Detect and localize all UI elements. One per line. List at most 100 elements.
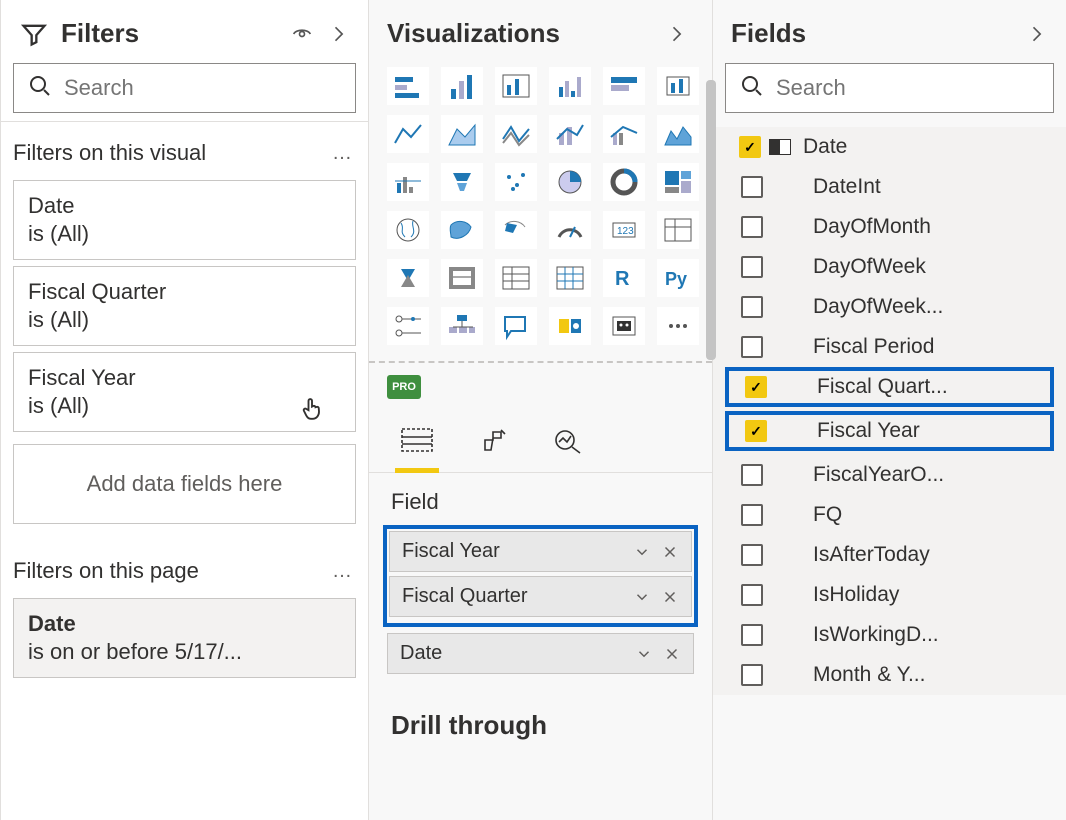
viz-clustered-column-icon[interactable] — [549, 67, 591, 105]
viz-kpi-icon[interactable] — [657, 211, 699, 249]
field-item[interactable]: Fiscal Quart... — [725, 367, 1054, 407]
viz-multi-card-icon[interactable]: 123 — [603, 211, 645, 249]
field-checkbox[interactable] — [741, 544, 763, 566]
viz-area-icon[interactable] — [657, 67, 699, 105]
pro-badge[interactable]: PRO — [387, 375, 421, 399]
viz-r-visual-icon[interactable] — [549, 259, 591, 297]
viz-scatter-icon[interactable] — [441, 163, 483, 201]
viz-card-icon[interactable] — [549, 211, 591, 249]
viz-map-icon[interactable] — [657, 163, 699, 201]
field-checkbox[interactable] — [741, 256, 763, 278]
field-checkbox[interactable] — [741, 504, 763, 526]
viz-treemap-icon[interactable] — [603, 163, 645, 201]
table-checkbox[interactable] — [739, 136, 761, 158]
format-tab[interactable] — [471, 413, 515, 472]
field-checkbox[interactable] — [745, 420, 767, 442]
field-item[interactable]: DayOfWeek... — [721, 287, 1058, 327]
viz-ribbon-icon[interactable] — [495, 115, 537, 153]
viz-table-icon[interactable] — [441, 259, 483, 297]
chevron-down-icon[interactable] — [635, 645, 653, 663]
filter-card[interactable]: Fiscal Yearis (All) — [13, 352, 356, 432]
table-header-row[interactable]: Date — [721, 127, 1058, 167]
filters-search[interactable] — [13, 63, 356, 113]
fields-title: Fields — [731, 18, 1012, 49]
viz-line-icon[interactable] — [603, 67, 645, 105]
fields-tab[interactable] — [395, 413, 439, 472]
collapse-filters-icon[interactable] — [326, 22, 350, 46]
viz-stacked-column-icon[interactable] — [495, 67, 537, 105]
field-checkbox[interactable] — [741, 664, 763, 686]
viz-funnel-icon[interactable] — [387, 163, 429, 201]
viz-gauge-icon[interactable] — [495, 211, 537, 249]
field-well-item[interactable]: Date — [387, 633, 694, 674]
field-item[interactable]: FQ — [721, 495, 1058, 535]
filters-visual-more-icon[interactable]: … — [332, 142, 356, 165]
field-well-item[interactable]: Fiscal Year — [389, 531, 692, 572]
viz-decomposition-icon[interactable] — [387, 307, 429, 345]
viz-line-column-icon[interactable] — [549, 115, 591, 153]
field-well-item[interactable]: Fiscal Quarter — [389, 576, 692, 617]
visibility-icon[interactable] — [290, 22, 314, 46]
viz-python-visual-icon[interactable]: R — [603, 259, 645, 297]
field-checkbox[interactable] — [741, 464, 763, 486]
field-checkbox[interactable] — [741, 336, 763, 358]
field-item[interactable]: DayOfMonth — [721, 207, 1058, 247]
field-item[interactable]: Fiscal Period — [721, 327, 1058, 367]
field-item[interactable]: DayOfWeek — [721, 247, 1058, 287]
fields-search-wrap — [713, 63, 1066, 127]
field-well-label: Field — [369, 483, 712, 525]
viz-line-area-icon[interactable] — [387, 115, 429, 153]
remove-icon[interactable] — [663, 645, 681, 663]
remove-icon[interactable] — [661, 543, 679, 561]
filter-summary: is on or before 5/17/... — [28, 639, 341, 665]
viz-filled-map-icon[interactable] — [387, 211, 429, 249]
filter-card[interactable]: Dateis (All) — [13, 180, 356, 260]
field-item[interactable]: IsHoliday — [721, 575, 1058, 615]
fields-search-input[interactable] — [776, 75, 1064, 101]
filter-card[interactable]: Dateis on or before 5/17/... — [13, 598, 356, 678]
field-checkbox[interactable] — [741, 624, 763, 646]
chevron-down-icon[interactable] — [633, 543, 651, 561]
viz-key-influencers-icon[interactable]: Py — [657, 259, 699, 297]
field-checkbox[interactable] — [741, 584, 763, 606]
viz-stacked-bar-icon[interactable] — [387, 67, 429, 105]
field-checkbox[interactable] — [741, 216, 763, 238]
svg-text:R: R — [615, 268, 630, 290]
viz-powerapps-icon[interactable] — [603, 307, 645, 345]
filter-card[interactable]: Fiscal Quarteris (All) — [13, 266, 356, 346]
filter-dropzone[interactable]: Add data fields here — [13, 444, 356, 524]
field-checkbox[interactable] — [745, 376, 767, 398]
filter-summary: is (All) — [28, 393, 341, 419]
viz-matrix-icon[interactable] — [495, 259, 537, 297]
scroll-thumb[interactable] — [706, 80, 716, 360]
field-item[interactable]: Month & Y... — [721, 655, 1058, 695]
field-item[interactable]: Fiscal Year — [725, 411, 1054, 451]
collapse-fields-icon[interactable] — [1024, 22, 1048, 46]
viz-waterfall-icon[interactable] — [657, 115, 699, 153]
viz-line-clustered-icon[interactable] — [603, 115, 645, 153]
viz-qa-icon[interactable] — [441, 307, 483, 345]
viz-scrollbar[interactable] — [706, 80, 716, 820]
viz-arcgis-icon[interactable] — [549, 307, 591, 345]
field-item[interactable]: IsAfterToday — [721, 535, 1058, 575]
field-item[interactable]: DateInt — [721, 167, 1058, 207]
filters-search-input[interactable] — [64, 75, 352, 101]
field-checkbox[interactable] — [741, 296, 763, 318]
field-item[interactable]: FiscalYearO... — [721, 455, 1058, 495]
viz-stacked-area-icon[interactable] — [441, 115, 483, 153]
chevron-down-icon[interactable] — [633, 588, 651, 606]
analytics-tab[interactable] — [547, 413, 591, 472]
field-checkbox[interactable] — [741, 176, 763, 198]
collapse-viz-icon[interactable] — [664, 22, 688, 46]
viz-clustered-bar-icon[interactable] — [441, 67, 483, 105]
viz-slicer-icon[interactable] — [387, 259, 429, 297]
viz-donut-icon[interactable] — [549, 163, 591, 201]
field-item[interactable]: IsWorkingD... — [721, 615, 1058, 655]
filters-page-more-icon[interactable]: … — [332, 560, 356, 583]
fields-search[interactable] — [725, 63, 1054, 113]
viz-paginated-icon[interactable] — [495, 307, 537, 345]
viz-more-icon[interactable] — [657, 307, 699, 345]
remove-icon[interactable] — [661, 588, 679, 606]
viz-shape-map-icon[interactable] — [441, 211, 483, 249]
viz-pie-icon[interactable] — [495, 163, 537, 201]
